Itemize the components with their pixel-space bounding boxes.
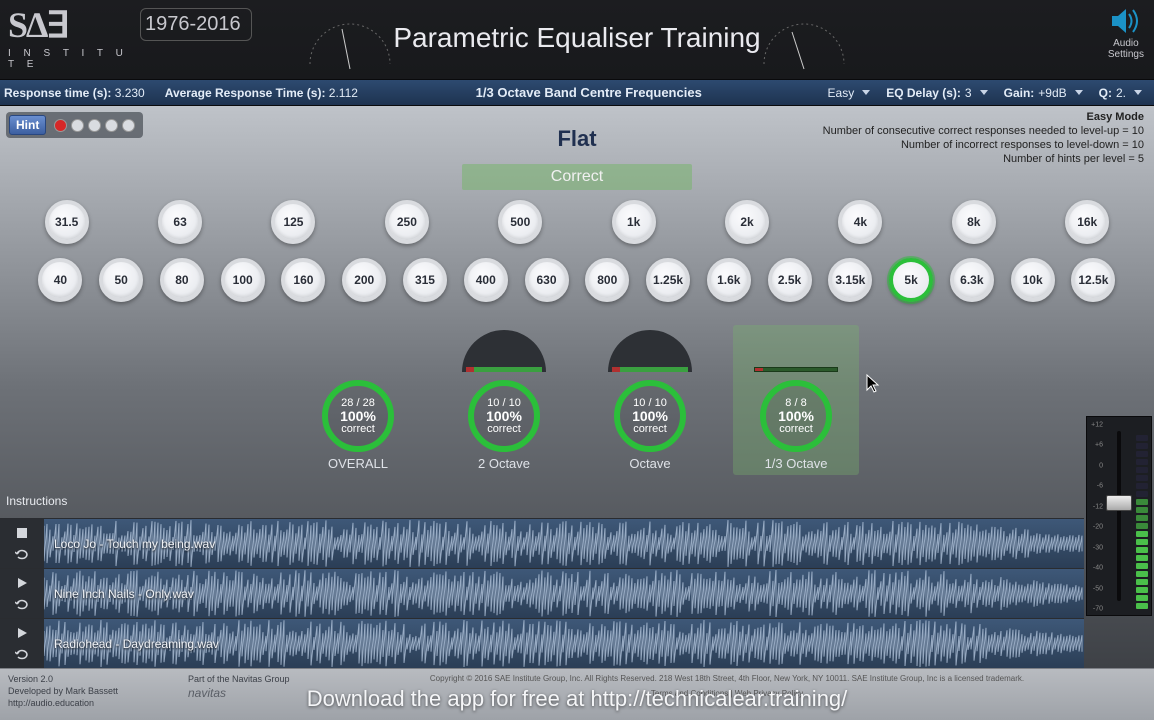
q-dropdown[interactable]: Q: 2. — [1091, 86, 1150, 100]
status-bar: Response time (s): 3.230 Average Respons… — [0, 80, 1154, 106]
freq-button-8k[interactable]: 8k — [952, 200, 996, 244]
freq-button-400[interactable]: 400 — [464, 258, 508, 302]
feedback-banner: Correct — [462, 164, 692, 190]
freq-button-800[interactable]: 800 — [585, 258, 629, 302]
meter-tick: -6 — [1097, 483, 1103, 490]
developer-label: Developed by Mark Bassett — [8, 685, 188, 697]
meter-tick: +6 — [1095, 442, 1103, 449]
gauge-third-octave: 8 / 8 100% correct 1/3 Octave — [743, 330, 849, 471]
main-panel: Hint Easy Mode Number of consecutive cor… — [0, 106, 1154, 668]
loop-icon[interactable] — [15, 597, 29, 611]
chevron-down-icon — [1075, 90, 1083, 95]
track-row: Nine Inch Nails - Only.wav — [0, 568, 1084, 618]
meter-tick: 0 — [1099, 462, 1103, 469]
app-header: S∆∃ I N S T I T U T E 1976-2016 Parametr… — [0, 0, 1154, 80]
loop-icon[interactable] — [15, 647, 29, 661]
freq-button-125[interactable]: 125 — [271, 200, 315, 244]
track-name: Loco Jo - Touch my being.wav — [54, 537, 215, 551]
score-gauges: 28 / 28 100% correct OVERALL 10 / 10 100… — [0, 330, 1154, 471]
freq-button-160[interactable]: 160 — [281, 258, 325, 302]
track-list: Loco Jo - Touch my being.wav Nine Inch N… — [0, 518, 1084, 668]
frequency-buttons: 31.5 63 125 250 500 1k 2k 4k 8k 16k 40 50 80 100 160 2… — [0, 200, 1154, 316]
freq-button-16k[interactable]: 16k — [1065, 200, 1109, 244]
freq-button-12.5k[interactable]: 12.5k — [1071, 258, 1115, 302]
freq-button-6.3k[interactable]: 6.3k — [950, 258, 994, 302]
chevron-down-icon — [862, 90, 870, 95]
app-title: Parametric Equaliser Training — [0, 22, 1154, 54]
copyright-text: Copyright © 2016 SAE Institute Group, In… — [308, 673, 1146, 684]
chevron-down-icon — [980, 90, 988, 95]
version-label: Version 2.0 — [8, 673, 188, 685]
audio-education-link[interactable]: http://audio.education — [8, 697, 188, 709]
meter-tick: -30 — [1093, 544, 1103, 551]
audio-settings-button[interactable]: AudioSettings — [1108, 6, 1144, 60]
meter-tick: -40 — [1093, 565, 1103, 572]
eq-delay-dropdown[interactable]: EQ Delay (s): 3 — [878, 86, 995, 100]
freq-button-5k[interactable]: 5k — [889, 258, 933, 302]
freq-button-1.6k[interactable]: 1.6k — [707, 258, 751, 302]
loop-icon[interactable] — [15, 547, 29, 561]
freq-button-2k[interactable]: 2k — [725, 200, 769, 244]
freq-button-200[interactable]: 200 — [342, 258, 386, 302]
footer-links[interactable]: Terms and Conditions | Web Privacy Polic… — [308, 688, 1146, 699]
mode-title: 1/3 Octave Band Centre Frequencies — [358, 85, 820, 100]
difficulty-dropdown[interactable]: Easy — [820, 86, 879, 100]
output-fader[interactable] — [1105, 417, 1133, 615]
freq-button-1k[interactable]: 1k — [612, 200, 656, 244]
gauge-octave: 10 / 10 100% correct Octave — [597, 330, 703, 471]
chevron-down-icon — [1134, 90, 1142, 95]
meter-tick: -50 — [1093, 585, 1103, 592]
meter-tick: -12 — [1093, 503, 1103, 510]
waveform[interactable]: Loco Jo - Touch my being.wav — [44, 519, 1084, 568]
freq-button-3.15k[interactable]: 3.15k — [828, 258, 872, 302]
meter-tick: -70 — [1093, 606, 1103, 613]
freq-button-2.5k[interactable]: 2.5k — [768, 258, 812, 302]
freq-button-1.25k[interactable]: 1.25k — [646, 258, 690, 302]
freq-button-4k[interactable]: 4k — [838, 200, 882, 244]
eq-state-label: Flat — [0, 126, 1154, 152]
gauge-overall: 28 / 28 100% correct OVERALL — [305, 330, 411, 471]
track-name: Radiohead - Daydreaming.wav — [54, 637, 219, 651]
level-meter — [1133, 417, 1151, 615]
freq-button-80[interactable]: 80 — [160, 258, 204, 302]
footer: Version 2.0 Developed by Mark Bassett ht… — [0, 668, 1154, 720]
waveform[interactable]: Radiohead - Daydreaming.wav — [44, 619, 1084, 668]
meter-tick: +12 — [1091, 422, 1103, 429]
response-time: Response time (s): 3.230 — [4, 86, 145, 100]
gain-dropdown[interactable]: Gain: +9dB — [996, 86, 1091, 100]
freq-button-630[interactable]: 630 — [525, 258, 569, 302]
freq-button-40[interactable]: 40 — [38, 258, 82, 302]
freq-button-315[interactable]: 315 — [403, 258, 447, 302]
freq-button-250[interactable]: 250 — [385, 200, 429, 244]
waveform[interactable]: Nine Inch Nails - Only.wav — [44, 569, 1084, 618]
navitas-label: Part of the Navitas Group — [188, 673, 308, 685]
output-meter: +12 +6 0 -6 -12 -20 -30 -40 -50 -70 — [1086, 416, 1152, 616]
avg-response-time: Average Response Time (s): 2.112 — [165, 86, 358, 100]
fader-knob[interactable] — [1106, 495, 1132, 511]
meter-tick: -20 — [1093, 524, 1103, 531]
track-name: Nine Inch Nails - Only.wav — [54, 587, 194, 601]
freq-button-50[interactable]: 50 — [99, 258, 143, 302]
instructions-label[interactable]: Instructions — [6, 494, 67, 508]
track-row: Loco Jo - Touch my being.wav — [0, 518, 1084, 568]
stop-icon[interactable] — [15, 526, 29, 540]
play-icon[interactable] — [15, 576, 29, 590]
track-row: Radiohead - Daydreaming.wav — [0, 618, 1084, 668]
freq-button-31.5[interactable]: 31.5 — [45, 200, 89, 244]
gauge-2-octave: 10 / 10 100% correct 2 Octave — [451, 330, 557, 471]
freq-button-63[interactable]: 63 — [158, 200, 202, 244]
mouse-cursor — [866, 374, 880, 394]
play-icon[interactable] — [15, 626, 29, 640]
freq-button-10k[interactable]: 10k — [1011, 258, 1055, 302]
freq-button-500[interactable]: 500 — [498, 200, 542, 244]
speaker-icon — [1108, 6, 1144, 36]
freq-button-100[interactable]: 100 — [221, 258, 265, 302]
